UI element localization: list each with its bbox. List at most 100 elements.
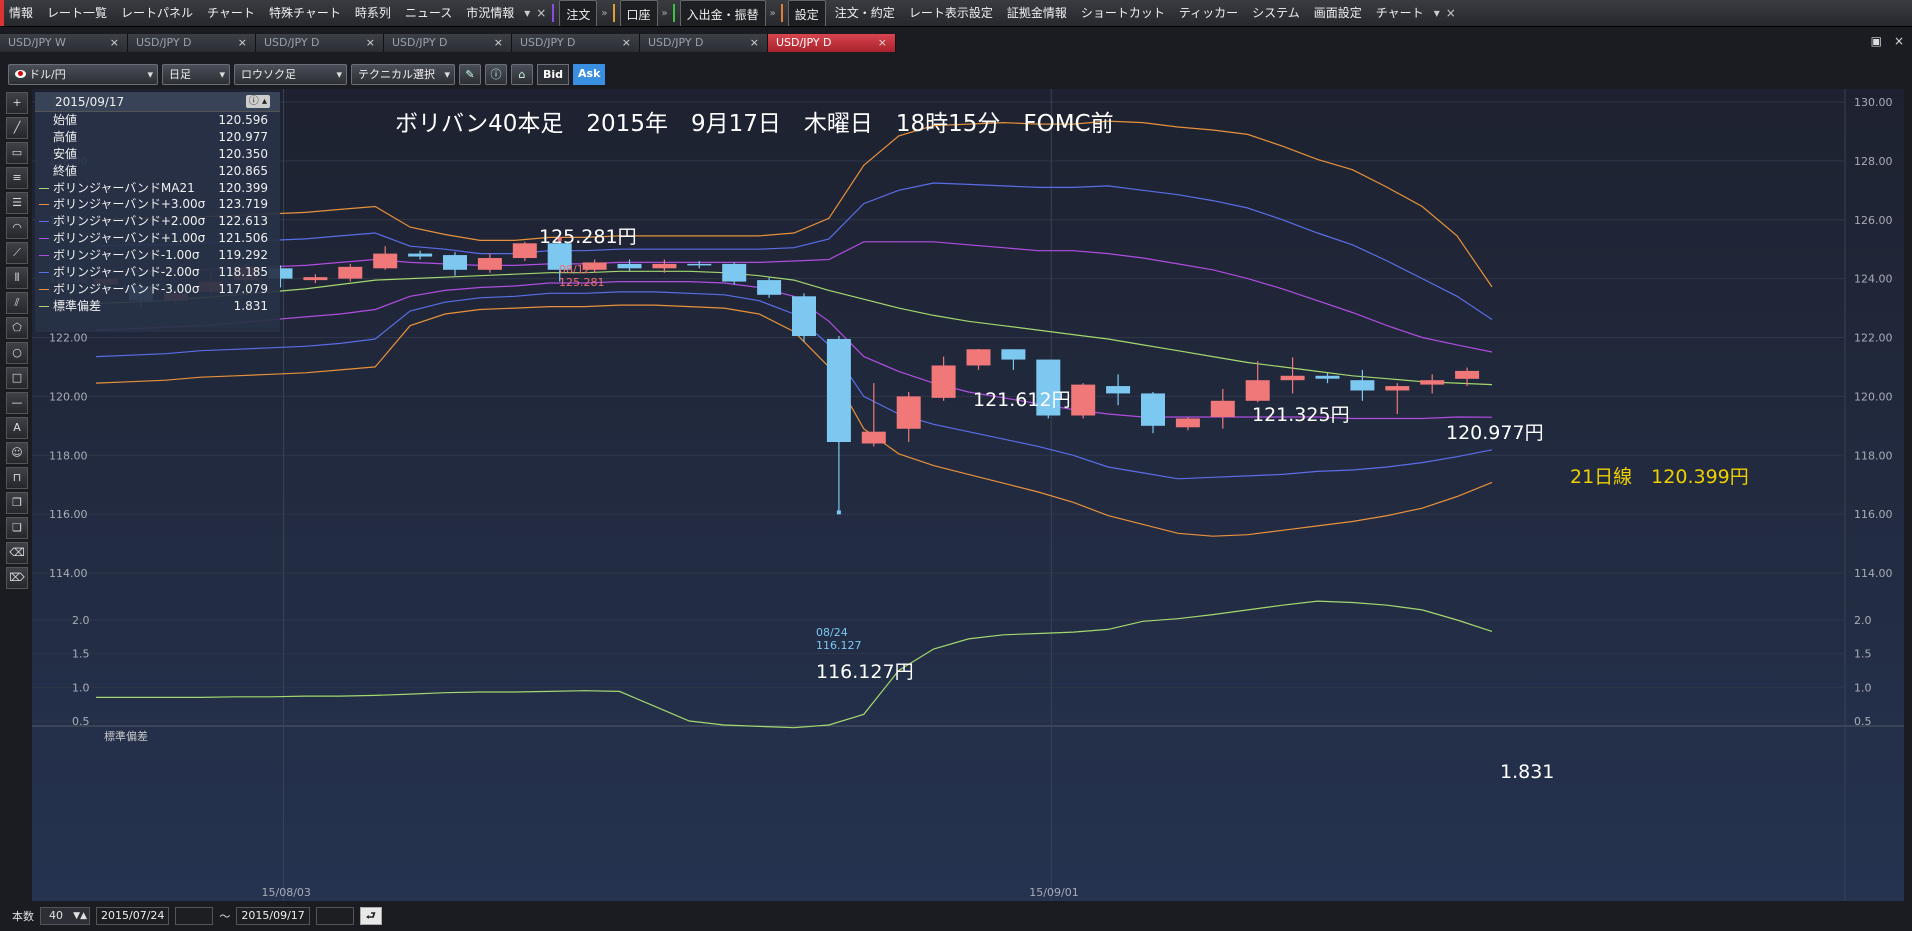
tab-close-icon[interactable]: × [750, 34, 759, 52]
symbol-select[interactable]: ドル/円 [8, 63, 158, 85]
tab-usdjpy-d[interactable]: USD/JPY D × [512, 34, 640, 52]
tab-usdjpy-d[interactable]: USD/JPY D × [128, 34, 256, 52]
order-button[interactable]: 注文 [559, 0, 598, 26]
menu-item-margin[interactable]: 証拠金情報 [1000, 0, 1074, 26]
menu-item-rate-panel[interactable]: レートパネル [114, 0, 200, 26]
price-chart[interactable]: 114.00 114.00 116.00 116.00 118.00 118.00 120.… [32, 89, 1904, 901]
tab-close-icon[interactable]: × [878, 34, 887, 52]
menu-dropdown-icon[interactable]: ▾ [521, 6, 533, 20]
tab-usdjpy-d[interactable]: USD/JPY D × [640, 34, 768, 52]
tab-close-icon[interactable]: × [494, 34, 503, 52]
sd-tick-label: 1.5 [1854, 648, 1872, 661]
magnet-icon[interactable]: ⊓ [6, 467, 28, 489]
chart-background [32, 89, 1904, 901]
expand-icon[interactable]: » [768, 8, 778, 19]
expand-icon[interactable]: » [599, 8, 609, 19]
menu-item-orders[interactable]: 注文・約定 [828, 0, 902, 26]
tab-label: USD/JPY D [392, 36, 448, 49]
chart-style-icon[interactable]: ⌂ [511, 63, 533, 85]
tab-close-icon[interactable]: × [110, 34, 119, 52]
technical-select[interactable]: テクニカル選択 [351, 63, 455, 85]
menu-item-system[interactable]: システム [1245, 0, 1307, 26]
start-date-input[interactable]: 2015/07/24 [96, 907, 170, 925]
menu-item-chart[interactable]: チャート [200, 0, 262, 26]
candle-body [1071, 384, 1096, 416]
menu-item-ticker[interactable]: ティッカー [1172, 0, 1245, 26]
tab-bar: USD/JPY W × USD/JPY D × USD/JPY D × USD/JPY… [0, 34, 1912, 52]
vertical-lines-icon[interactable]: ⦀ [6, 267, 28, 289]
chart-type-select[interactable]: ロウソク足 [234, 63, 347, 85]
maximize-icon[interactable]: ▣ [1871, 34, 1882, 48]
expand-icon[interactable]: » [660, 8, 670, 19]
pentagon-icon[interactable]: ⬠ [6, 317, 28, 339]
app-window: 情報 レート一覧 レートパネル チャート 特殊チャート 時系列 ニュース 市況情… [0, 0, 1912, 931]
menu-item-special-chart[interactable]: 特殊チャート [262, 0, 348, 26]
start-time-input[interactable] [175, 907, 214, 925]
menu-item-info[interactable]: 情報 [0, 0, 40, 26]
menu-item-rate-list[interactable]: レート一覧 [40, 0, 114, 26]
icon-stamp-icon[interactable]: ☺ [6, 442, 28, 464]
series-swatch [39, 238, 49, 240]
bar-count-stepper[interactable]: 40 ▼▲ [40, 907, 90, 925]
eraser-icon[interactable]: ⌫ [6, 542, 28, 564]
end-date-input[interactable]: 2015/09/17 [236, 907, 310, 925]
ruler-icon[interactable]: ▭ [6, 142, 28, 164]
menu-item-market-info[interactable]: 市況情報 [459, 0, 521, 26]
tab-close-icon[interactable]: × [622, 34, 631, 52]
channel-icon[interactable]: ⫽ [6, 292, 28, 314]
tab-label: USD/JPY D [136, 36, 192, 49]
window-controls: ▣ × [1871, 34, 1904, 48]
tab-close-icon[interactable]: × [366, 34, 375, 52]
end-time-input[interactable] [315, 907, 354, 925]
pen-icon[interactable]: ✎ [459, 63, 481, 85]
tab-close-icon[interactable]: × [238, 34, 247, 52]
series-swatch [39, 272, 49, 274]
menu-item-shortcut[interactable]: ショートカット [1074, 0, 1172, 26]
copy-icon[interactable]: ❐ [6, 492, 28, 514]
info-collapse-icon[interactable]: ⓘ ▴ [245, 95, 270, 108]
menu-item-chart-right[interactable]: チャート [1369, 0, 1431, 26]
crosshair-icon[interactable]: + [6, 92, 28, 114]
candle-body [408, 253, 433, 257]
candle-body [1210, 400, 1235, 417]
bid-button[interactable]: Bid [537, 63, 570, 85]
arc-icon[interactable]: ◠ [6, 217, 28, 239]
menu-close-icon[interactable]: × [1443, 6, 1459, 20]
circle-icon[interactable]: ○ [6, 342, 28, 364]
candle-body [1420, 380, 1445, 385]
apply-range-button[interactable]: ⮐ [359, 907, 382, 925]
period-select[interactable]: 日足 [162, 63, 230, 85]
account-button[interactable]: 口座 [619, 0, 658, 26]
menu-item-news[interactable]: ニュース [398, 0, 459, 26]
settings-button[interactable]: 設定 [787, 0, 826, 26]
eraser-all-icon[interactable]: ⌦ [6, 567, 28, 589]
info-row-label: ボリンジャーバンド-2.00σ [53, 265, 200, 280]
tab-usdjpy-w[interactable]: USD/JPY W × [0, 34, 128, 52]
paste-icon[interactable]: ❏ [6, 517, 28, 539]
transfer-button[interactable]: 入出金・振替 [679, 0, 766, 26]
menu-item-timeseries[interactable]: 時系列 [348, 0, 398, 26]
tab-usdjpy-d[interactable]: USD/JPY D × [384, 34, 512, 52]
tab-usdjpy-d[interactable]: USD/JPY D × [256, 34, 384, 52]
left-sd-tick-label: 1.0 [72, 681, 90, 694]
multi-lines-icon[interactable]: ☰ [6, 192, 28, 214]
window-close-icon[interactable]: × [1894, 34, 1904, 48]
line-icon[interactable]: — [6, 392, 28, 414]
ask-button[interactable]: Ask [573, 63, 606, 85]
chart-toolbar: ドル/円 日足 ロウソク足 テクニカル選択 ✎ ⓘ ⌂ Bid Ask [0, 60, 1912, 88]
menu-separator [612, 4, 615, 22]
trendline-icon[interactable]: ╱ [6, 117, 28, 139]
menu-close-icon[interactable]: × [533, 6, 549, 20]
menu-item-screen-settings[interactable]: 画面設定 [1307, 0, 1369, 26]
stepper-arrows-icon[interactable]: ▼▲ [73, 908, 87, 924]
text-icon[interactable]: A [6, 417, 28, 439]
info-icon[interactable]: ⓘ [485, 63, 507, 85]
candle-body [931, 365, 956, 398]
fan-icon[interactable]: ⟋ [6, 242, 28, 264]
rectangle-icon[interactable]: □ [6, 367, 28, 389]
tab-usdjpy-d-active[interactable]: USD/JPY D × [768, 34, 896, 52]
menu-item-rate-display[interactable]: レート表示設定 [902, 0, 1000, 26]
menu-dropdown-icon[interactable]: ▾ [1431, 6, 1443, 20]
info-row: 始値 120.596 [35, 112, 280, 129]
horizontal-lines-icon[interactable]: ≡ [6, 167, 28, 189]
